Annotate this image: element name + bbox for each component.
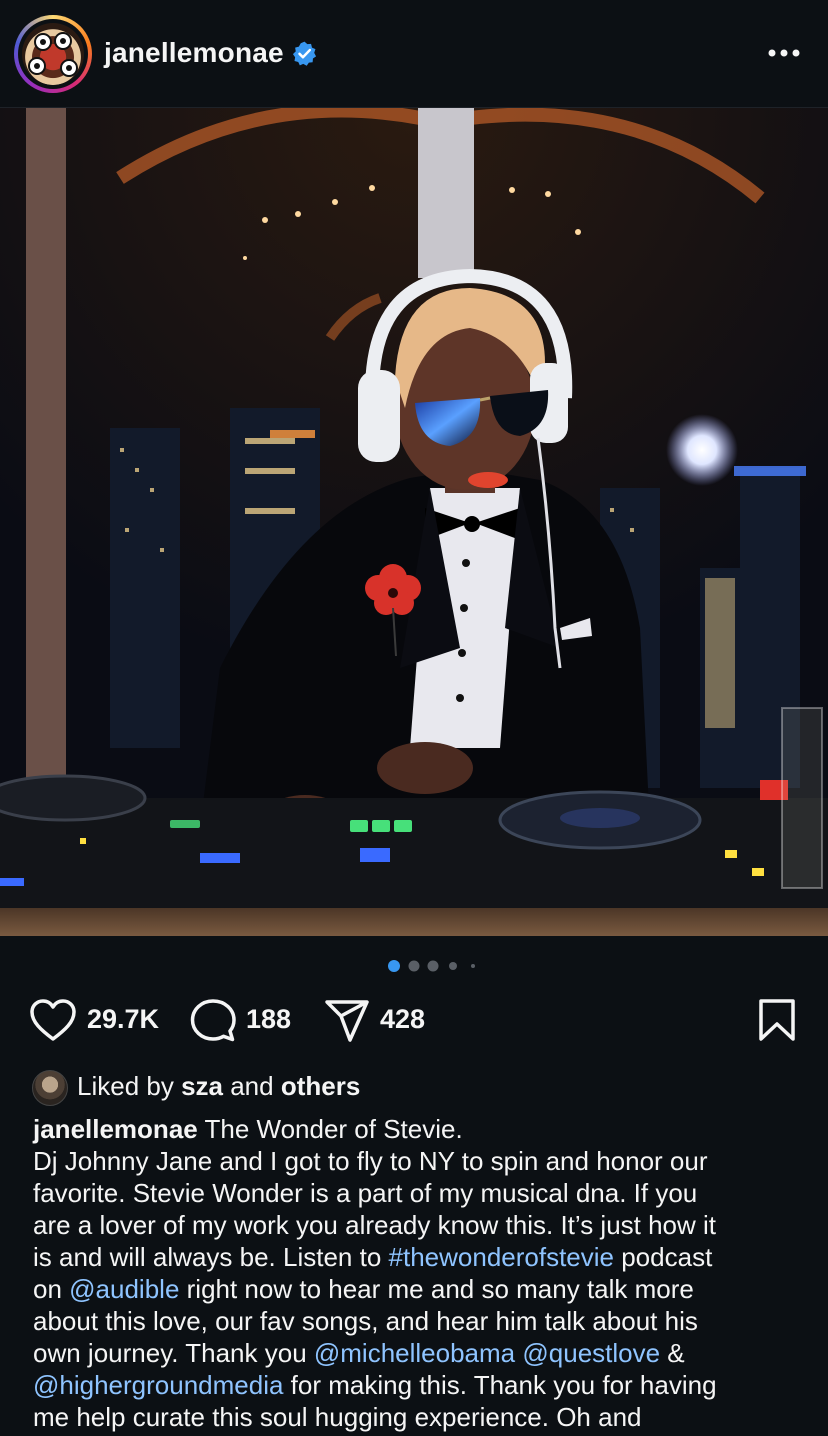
caption-text: right now to hear me and so many talk mo… xyxy=(179,1274,694,1304)
caption-line: about this love, our fav songs, and hear… xyxy=(33,1305,813,1337)
profile-avatar[interactable] xyxy=(14,15,92,93)
carousel-dot xyxy=(449,962,457,970)
carousel-dot xyxy=(427,960,439,972)
caption-text: podcast xyxy=(614,1242,713,1272)
caption-line: favorite. Stevie Wonder is a part of my … xyxy=(33,1177,813,1209)
likes-count[interactable]: 29.7K xyxy=(87,1004,159,1035)
caption-title-line: janellemonae The Wonder of Stevie. xyxy=(33,1113,813,1145)
avatar-eye-decoration xyxy=(34,33,52,51)
caption-text: for making this. Thank you for having xyxy=(283,1370,717,1400)
caption-line: are a lover of my work you already know … xyxy=(33,1209,813,1241)
caption-body: Dj Johnny Jane and I got to fly to NY to… xyxy=(33,1145,813,1433)
caption-text: about this love, our fav songs, and hear… xyxy=(33,1306,698,1336)
liked-by-text: Liked by sza and others xyxy=(77,1071,360,1102)
carousel-dot-active xyxy=(388,960,400,972)
post-photo[interactable] xyxy=(0,108,828,936)
liked-by-avatar xyxy=(32,1070,68,1106)
carousel-dot xyxy=(471,964,475,968)
caption-line: is and will always be. Listen to #thewon… xyxy=(33,1241,813,1273)
share-icon[interactable] xyxy=(324,998,370,1044)
mention-link[interactable]: @michelleobama xyxy=(314,1338,515,1368)
more-options-icon[interactable] xyxy=(764,36,804,70)
liked-by-user[interactable]: sza xyxy=(181,1071,223,1101)
avatar-eye-decoration xyxy=(28,57,46,75)
comment-icon[interactable] xyxy=(190,998,236,1044)
caption-line: own journey. Thank you @michelleobama @q… xyxy=(33,1337,813,1369)
mention-link[interactable]: @questlove xyxy=(522,1338,660,1368)
post-actions-bar: 29.7K 188 428 xyxy=(0,996,828,1046)
heart-icon[interactable] xyxy=(29,998,77,1042)
avatar-eye-decoration xyxy=(54,32,72,50)
shares-count[interactable]: 428 xyxy=(380,1004,425,1035)
caption-title: The Wonder of Stevie. xyxy=(197,1114,463,1144)
comments-count[interactable]: 188 xyxy=(246,1004,291,1035)
avatar-ring-gap xyxy=(18,19,88,89)
liked-by-prefix: Liked by xyxy=(77,1071,182,1101)
caption-text: & xyxy=(660,1338,685,1368)
caption-text: favorite. Stevie Wonder is a part of my … xyxy=(33,1178,698,1208)
liked-by[interactable]: Liked by sza and others xyxy=(32,1066,812,1106)
caption-text: Dj Johnny Jane and I got to fly to NY to… xyxy=(33,1146,708,1176)
avatar-eye-decoration xyxy=(60,59,78,77)
post-header: janellemonae xyxy=(0,0,828,108)
post-username[interactable]: janellemonae xyxy=(104,37,284,69)
caption-text: me help curate this soul hugging experie… xyxy=(33,1402,642,1432)
caption-line: Dj Johnny Jane and I got to fly to NY to… xyxy=(33,1145,813,1177)
caption-line: @highergroundmedia for making this. Than… xyxy=(33,1369,813,1401)
caption-text: are a lover of my work you already know … xyxy=(33,1210,717,1240)
caption-username[interactable]: janellemonae xyxy=(33,1114,198,1144)
caption-text: own journey. Thank you xyxy=(33,1338,314,1368)
post-caption: janellemonae The Wonder of Stevie. Dj Jo… xyxy=(33,1113,813,1433)
carousel-dot xyxy=(408,960,420,972)
liked-by-middle: and xyxy=(223,1071,281,1101)
dj-photo-illustration xyxy=(0,108,828,936)
mention-link[interactable]: @audible xyxy=(69,1274,179,1304)
verified-badge-icon xyxy=(292,41,317,66)
liked-by-others[interactable]: others xyxy=(281,1071,360,1101)
hashtag-link[interactable]: #thewonderofstevie xyxy=(389,1242,614,1272)
caption-line: on @audible right now to hear me and so … xyxy=(33,1273,813,1305)
mention-link[interactable]: @highergroundmedia xyxy=(33,1370,283,1400)
avatar-image xyxy=(22,23,84,85)
carousel-indicator xyxy=(388,960,475,972)
caption-line: me help curate this soul hugging experie… xyxy=(33,1401,813,1433)
caption-text: on xyxy=(33,1274,70,1304)
caption-text: is and will always be. Listen to xyxy=(33,1242,389,1272)
bookmark-icon[interactable] xyxy=(758,998,796,1042)
